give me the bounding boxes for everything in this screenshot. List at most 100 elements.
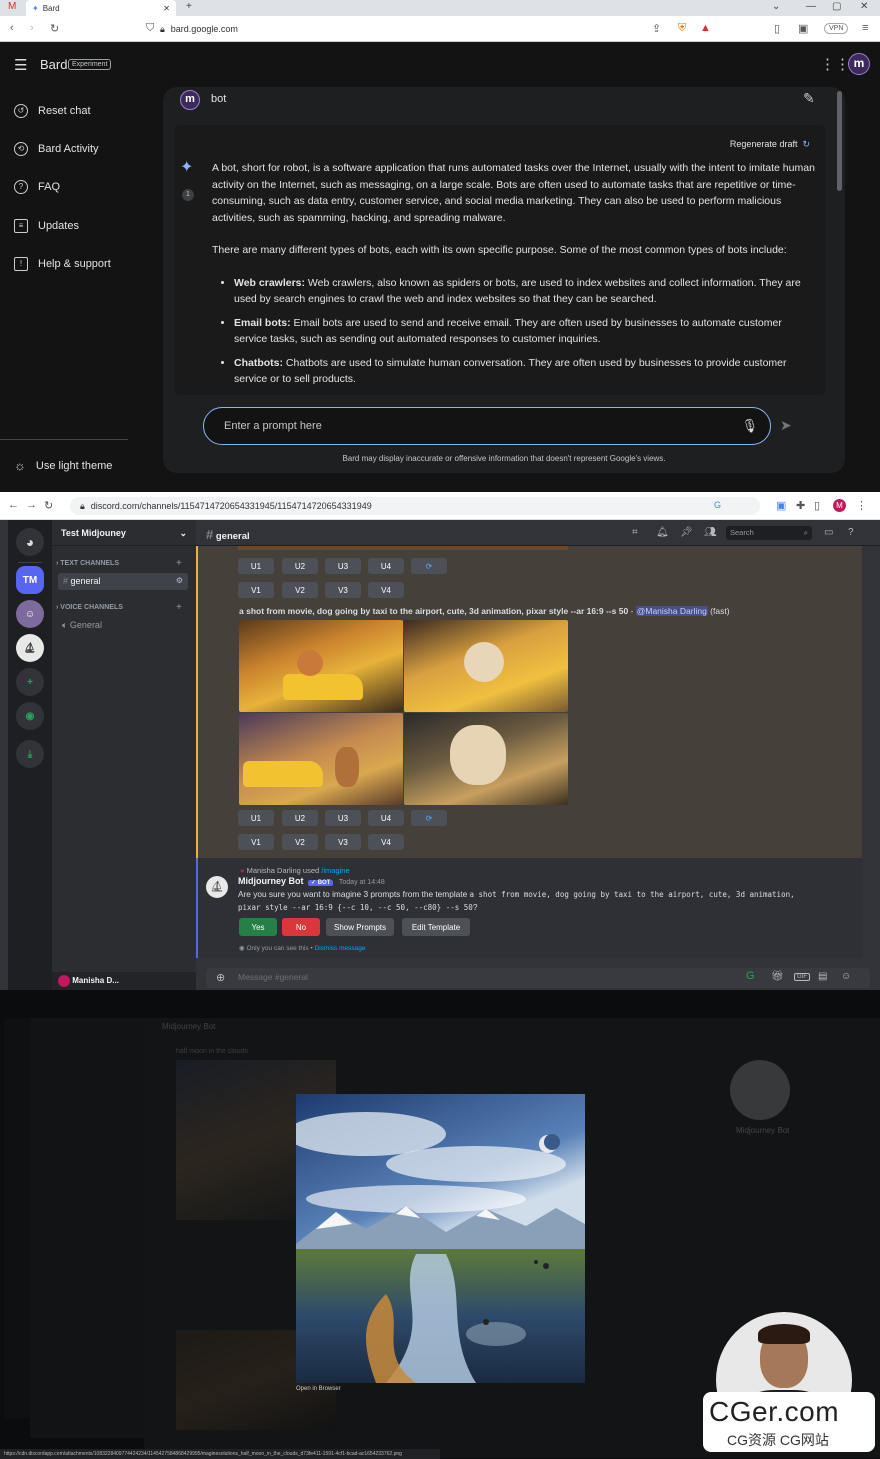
upscale-u1-button[interactable]: U1 [238,558,274,574]
explore-icon[interactable]: ◉ [16,702,44,730]
midjourney-server-icon[interactable]: ⛵︎ [16,634,44,662]
no-button[interactable]: No [282,918,320,936]
add-server-icon[interactable]: + [16,668,44,696]
upscale-u3-button[interactable]: U3 [325,810,361,826]
edit-template-button[interactable]: Edit Template [402,918,470,936]
send-icon[interactable]: ➤ [780,417,792,434]
server-header[interactable]: Test Midjouney ⌄ [52,520,196,546]
account-avatar[interactable]: m [848,53,870,75]
sidebar-item-reset-chat[interactable]: ↺ Reset chat [14,104,91,118]
threads-icon[interactable]: ⌗ [632,527,638,538]
bookmark-icon[interactable]: ⛉ [146,22,154,35]
profile-avatar[interactable]: M [833,499,846,512]
wallet-icon[interactable]: ▣ [798,22,808,35]
vpn-button[interactable]: VPN [824,23,849,34]
generated-image-1[interactable] [239,620,403,712]
variation-v1-button[interactable]: V1 [238,834,274,850]
back-icon[interactable]: ‹ [10,22,14,34]
show-prompts-button[interactable]: Show Prompts [326,918,394,936]
reroll-icon[interactable]: ⟳ [411,558,447,574]
invite-settings-icon[interactable]: ⚙ [176,576,183,585]
gif-button[interactable]: GIF [794,973,810,981]
maximize-icon[interactable]: ▢ [832,1,841,12]
prompt-input[interactable]: Enter a prompt here 🎙︎ [203,407,771,445]
voice-channel-general[interactable]: 🔈︎ General [62,620,102,631]
add-voice-channel-icon[interactable]: + [176,602,182,613]
variation-v2-button[interactable]: V2 [282,834,318,850]
puzzle-icon[interactable]: ✚ [796,499,805,512]
minimize-icon[interactable]: — [806,1,816,12]
yes-button[interactable]: Yes [239,918,277,936]
regenerate-draft-button[interactable]: Regenerate draft ↻ [730,139,810,150]
menu-icon[interactable]: ≡ [862,22,868,34]
kebab-menu-icon[interactable]: ⋮ [856,499,867,512]
reload-icon[interactable]: ↻ [50,22,59,35]
upscale-u2-button[interactable]: U2 [282,810,318,826]
extension-icon[interactable]: ▣ [776,499,786,512]
server-avatar-icon[interactable]: ☺ [16,600,44,628]
theme-toggle[interactable]: ☼ Use light theme [14,458,112,473]
expanded-image[interactable] [296,1094,585,1383]
sidebar-icon[interactable]: ▯ [814,499,820,512]
variation-v3-button[interactable]: V3 [325,582,361,598]
generated-image-2[interactable] [404,620,568,712]
close-window-icon[interactable]: ✕ [860,1,868,12]
url-field[interactable]: 🔒︎ bard.google.com [160,20,720,38]
edit-pencil-icon[interactable]: ✎ [803,90,815,107]
reload-icon[interactable]: ↻ [44,499,53,512]
bot-name[interactable]: Midjourney Bot [238,876,304,886]
brave-shield-icon[interactable]: ⛨ [678,22,686,35]
upscale-u4-button[interactable]: U4 [368,558,404,574]
forward-icon[interactable]: → [26,499,37,511]
sticker-icon[interactable]: ▤ [818,971,827,982]
rewards-icon[interactable]: ▲ [700,22,711,34]
sidebar-item-updates[interactable]: ≡ Updates [14,219,79,233]
draft-number[interactable]: 1 [182,189,194,201]
generated-image-3[interactable] [239,713,403,805]
dismiss-message-link[interactable]: Dismiss message [315,945,366,952]
variation-v3-button[interactable]: V3 [325,834,361,850]
upscale-u3-button[interactable]: U3 [325,558,361,574]
chevron-down-icon[interactable]: ⌄ [772,1,780,12]
hamburger-icon[interactable]: ☰ [14,56,27,74]
upscale-u4-button[interactable]: U4 [368,810,404,826]
url-field[interactable]: 🔒︎ discord.com/channels/1154714720654331… [70,497,760,515]
members-icon[interactable]: 👥︎ [704,527,717,538]
variation-v1-button[interactable]: V1 [238,582,274,598]
attach-plus-icon[interactable]: ⊕ [216,971,225,984]
google-icon[interactable]: G [714,500,721,510]
generated-image-4[interactable] [404,713,568,805]
emoji-icon[interactable]: ☺ [841,971,851,982]
variation-v4-button[interactable]: V4 [368,582,404,598]
new-tab-icon[interactable]: + [186,1,192,12]
voice-channels-header[interactable]: › VOICE CHANNELS [56,604,123,611]
scrollbar-thumb[interactable] [837,91,842,191]
close-tab-icon[interactable]: ✕ [163,4,170,13]
variation-v2-button[interactable]: V2 [282,582,318,598]
reply-command[interactable]: /imagine [321,866,349,875]
help-icon[interactable]: ? [848,527,854,538]
user-mention[interactable]: @Manisha Darling [635,606,708,616]
search-input[interactable]: Search ⌕ [726,526,812,540]
share-icon[interactable]: ⇪ [652,22,661,35]
bell-icon[interactable]: 🔔︎ [656,527,669,538]
variation-v4-button[interactable]: V4 [368,834,404,850]
user-avatar[interactable] [58,975,70,987]
add-channel-icon[interactable]: + [176,558,182,569]
channel-general[interactable]: # general ⚙ [58,573,188,590]
sidebar-item-faq[interactable]: ? FAQ [14,180,60,194]
sidebar-icon[interactable]: ▯ [774,22,780,35]
microphone-icon[interactable]: 🎙︎ [741,418,758,434]
gift-icon[interactable]: 🎁︎ [771,971,784,982]
server-test-midjouney[interactable]: TM [16,566,44,594]
discord-home-icon[interactable]: ◕ [16,528,44,556]
upscale-u1-button[interactable]: U1 [238,810,274,826]
back-icon[interactable]: ← [8,499,19,511]
sidebar-item-bard-activity[interactable]: ⟲ Bard Activity [14,142,99,156]
download-icon[interactable]: ⤓ [16,740,44,768]
sidebar-item-help-support[interactable]: ! Help & support [14,257,111,271]
apps-grid-icon[interactable]: ⋮⋮ [820,55,850,73]
text-channels-header[interactable]: › TEXT CHANNELS [56,560,119,567]
open-in-browser-link[interactable]: Open in Browser [296,1386,341,1392]
midjourney-bot-avatar[interactable]: ⛵︎ [206,876,228,898]
